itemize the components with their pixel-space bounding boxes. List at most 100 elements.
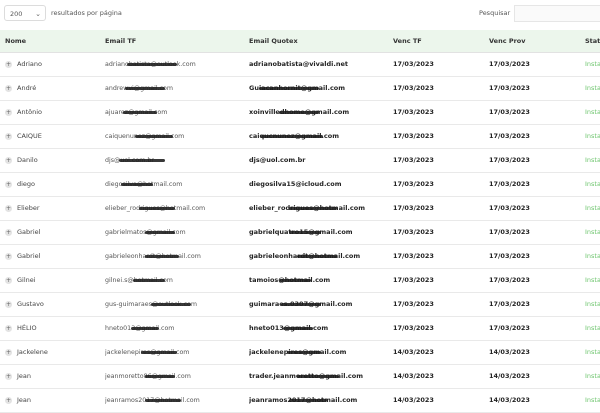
- expand-row-icon[interactable]: +: [5, 60, 12, 68]
- expand-row-icon[interactable]: +: [5, 228, 12, 236]
- redaction-mark: [123, 111, 157, 114]
- status-badge[interactable]: Insta: [585, 268, 600, 293]
- redaction-mark: [145, 255, 179, 258]
- venc-prov: 17/03/2023: [489, 76, 585, 101]
- redaction-mark: [121, 183, 153, 186]
- venc-prov: 14/03/2023: [489, 340, 585, 365]
- redaction-mark: [289, 231, 321, 234]
- name-cell: + Jean: [0, 388, 105, 413]
- status-badge[interactable]: Insta: [585, 388, 600, 413]
- status-badge[interactable]: Insta: [585, 196, 600, 221]
- venc-tf: 17/03/2023: [393, 76, 489, 101]
- column-header-nome[interactable]: Nome: [0, 30, 105, 53]
- redaction-mark: [289, 207, 337, 210]
- table-row[interactable]: + diego diegosilva@hotmail.comdiegosilva15…: [0, 172, 600, 197]
- email-tf-cell: gabrieleonhardt@hotmail.com: [105, 244, 249, 269]
- page-size-select[interactable]: 200 ⌄: [4, 5, 46, 21]
- email-quotex: adrianobatista@vivaldi.net: [249, 60, 348, 68]
- table-row[interactable]: + Elieber elieber_rodrigues@hotmail.comeli…: [0, 196, 600, 221]
- expand-row-icon[interactable]: +: [5, 372, 12, 380]
- status-badge[interactable]: Insta: [585, 124, 600, 149]
- venc-tf: 17/03/2023: [393, 316, 489, 341]
- redaction-mark: [139, 207, 175, 210]
- table-row[interactable]: + Jackelene jackelenepires@gmail.comjackel…: [0, 340, 600, 365]
- expand-row-icon[interactable]: +: [5, 84, 12, 92]
- name-cell: + diego: [0, 172, 105, 197]
- table-row[interactable]: + Antônio ajuarez@gmail.comxoinvilledhome@…: [0, 100, 600, 125]
- status-badge[interactable]: Insta: [585, 364, 600, 389]
- venc-prov: 17/03/2023: [489, 172, 585, 197]
- status-badge[interactable]: Insta: [585, 100, 600, 125]
- client-name: Danilo: [17, 156, 38, 164]
- expand-row-icon[interactable]: +: [5, 156, 12, 164]
- name-cell: + HÉLIO: [0, 316, 105, 341]
- client-name: Gabriel: [17, 252, 41, 260]
- chevron-down-icon: ⌄: [35, 10, 41, 18]
- table-row[interactable]: + André andrewvi@gmail.comGuiacanhornit@gm…: [0, 76, 600, 101]
- expand-row-icon[interactable]: +: [5, 348, 12, 356]
- expand-row-icon[interactable]: +: [5, 324, 12, 332]
- email-tf-cell: jackelenepires@gmail.com: [105, 340, 249, 365]
- expand-row-icon[interactable]: +: [5, 108, 12, 116]
- column-header-status[interactable]: Status: [585, 30, 600, 53]
- status-badge[interactable]: Insta: [585, 76, 600, 101]
- status-badge[interactable]: Insta: [585, 172, 600, 197]
- column-header-email-tf[interactable]: Email TF: [105, 30, 249, 53]
- redaction-mark: [145, 231, 175, 234]
- redaction-mark: [287, 351, 321, 354]
- name-cell: + André: [0, 76, 105, 101]
- expand-row-icon[interactable]: +: [5, 180, 12, 188]
- name-cell: + Elieber: [0, 196, 105, 221]
- expand-row-icon[interactable]: +: [5, 396, 12, 404]
- email-tf-cell: elieber_rodrigues@hotmail.com: [105, 196, 249, 221]
- table-row[interactable]: + Gabriel gabrieleonhardt@hotmail.comgabri…: [0, 244, 600, 269]
- client-name: HÉLIO: [17, 324, 37, 332]
- column-header-venc-prov[interactable]: Venc Prov: [489, 30, 585, 53]
- name-cell: + Gabriel: [0, 220, 105, 245]
- redaction-mark: [297, 255, 337, 258]
- table-row[interactable]: + Adriano adrianobatista@outlook.comadrian…: [0, 52, 600, 77]
- column-header-email-quotex[interactable]: Email Quotex: [249, 30, 393, 53]
- column-header-venc-tf[interactable]: Venc TF: [393, 30, 489, 53]
- redaction-mark: [135, 135, 173, 138]
- venc-prov: 17/03/2023: [489, 52, 585, 77]
- search-input[interactable]: [514, 5, 600, 22]
- venc-prov: 17/03/2023: [489, 220, 585, 245]
- expand-row-icon[interactable]: +: [5, 132, 12, 140]
- redaction-mark: [283, 327, 313, 330]
- table-row[interactable]: + HÉLIO hneto013@gmail.comhneto013@gmail.c…: [0, 316, 600, 341]
- email-quotex-cell: gabrielquatro15@gmail.com: [249, 220, 393, 245]
- status-badge[interactable]: Insta: [585, 292, 600, 317]
- status-badge[interactable]: Insta: [585, 244, 600, 269]
- status-badge[interactable]: Insta: [585, 220, 600, 245]
- expand-row-icon[interactable]: +: [5, 300, 12, 308]
- client-name: CAIQUE: [17, 132, 42, 140]
- name-cell: + Jean: [0, 364, 105, 389]
- email-quotex-cell: guimaraes.0307@gmail.com: [249, 292, 393, 317]
- status-badge[interactable]: Insta: [585, 316, 600, 341]
- table-row[interactable]: + Gilnei gilnei.s@hotmail.comtamoios@hotma…: [0, 268, 600, 293]
- expand-row-icon[interactable]: +: [5, 276, 12, 284]
- email-quotex: diegosilva15@icloud.com: [249, 180, 342, 188]
- table-row[interactable]: + Jean jeanramos2017@hotmail.comjeanramos2…: [0, 388, 600, 413]
- name-cell: + CAIQUE: [0, 124, 105, 149]
- email-quotex-cell: Guiacanhornit@gmail.com: [249, 76, 393, 101]
- status-badge[interactable]: Insta: [585, 52, 600, 77]
- expand-row-icon[interactable]: +: [5, 252, 12, 260]
- table-row[interactable]: + Danilo djs@uol.com.brdjs@uol.com.br 17/03…: [0, 148, 600, 173]
- redaction-mark: [289, 399, 327, 402]
- status-badge[interactable]: Insta: [585, 148, 600, 173]
- client-name: Elieber: [17, 204, 40, 212]
- email-quotex-cell: trader.jeanmoretto@gmail.com: [249, 364, 393, 389]
- expand-row-icon[interactable]: +: [5, 204, 12, 212]
- status-badge[interactable]: Insta: [585, 340, 600, 365]
- table-row[interactable]: + CAIQUE caiquenunez@gmail.comcaiqucnunez@…: [0, 124, 600, 149]
- table-row[interactable]: + Gustavo gus-guimaraes@outlook.comguimara…: [0, 292, 600, 317]
- client-name: Gabriel: [17, 228, 41, 236]
- table-row[interactable]: + Gabriel gabrielmatos@gmail.comgabrielqua…: [0, 220, 600, 245]
- email-quotex: djs@uol.com.br: [249, 156, 306, 164]
- client-name: diego: [17, 180, 36, 188]
- table-row[interactable]: + Jean jeanmoretto86@gmail.comtrader.jeanm…: [0, 364, 600, 389]
- redaction-mark: [141, 351, 177, 354]
- venc-prov: 17/03/2023: [489, 196, 585, 221]
